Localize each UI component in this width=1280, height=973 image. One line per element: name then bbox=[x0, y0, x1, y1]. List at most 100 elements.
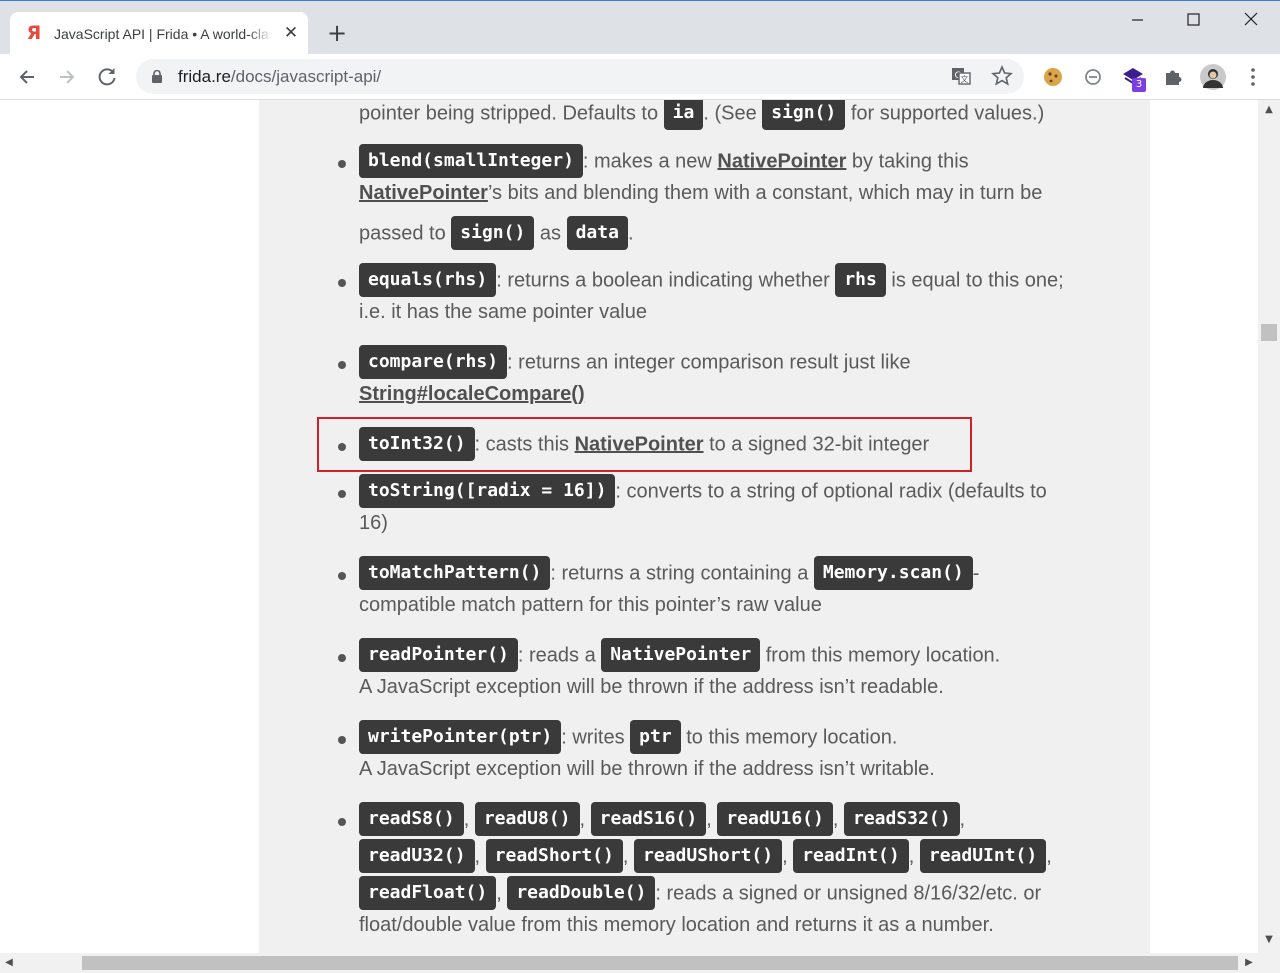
separator: , bbox=[496, 882, 502, 905]
reload-button[interactable] bbox=[92, 62, 122, 92]
link-nativepointer[interactable]: NativePointer bbox=[717, 150, 846, 172]
separator: , bbox=[782, 845, 788, 868]
text: : reads a signed or unsigned 8/16/32/etc… bbox=[655, 882, 1042, 905]
new-tab-button[interactable]: + bbox=[324, 20, 350, 46]
text: ’s bits and blending them with a constan… bbox=[487, 182, 1043, 204]
text: . bbox=[627, 222, 634, 245]
text: - bbox=[972, 562, 980, 585]
url-path: /docs/javascript-api/ bbox=[230, 67, 382, 86]
separator: , bbox=[959, 808, 966, 831]
text: pointer being stripped. Defaults to bbox=[359, 102, 664, 125]
more-vert-icon bbox=[1251, 68, 1255, 86]
code-reads8: readS8() bbox=[359, 802, 464, 836]
separator: , bbox=[1046, 845, 1052, 868]
code-readfloat: readFloat() bbox=[359, 876, 497, 910]
link-nativepointer[interactable]: NativePointer bbox=[359, 182, 488, 204]
code-rhs: rhs bbox=[835, 263, 886, 297]
profile-button[interactable] bbox=[1198, 62, 1228, 92]
text-line: passed to sign() as data. bbox=[359, 216, 634, 254]
svg-text:文: 文 bbox=[961, 74, 969, 84]
bookmark-star-button[interactable] bbox=[990, 64, 1014, 89]
minimize-button[interactable] bbox=[1114, 7, 1160, 33]
text-line: pointer being stripped. Defaults to ia. … bbox=[359, 100, 1044, 134]
back-button[interactable] bbox=[12, 62, 42, 92]
text: : converts to a string of optional radix… bbox=[615, 480, 1047, 503]
text: by taking this bbox=[846, 150, 969, 173]
text-line: readFloat(), readDouble(): reads a signe… bbox=[359, 876, 1042, 914]
translate-icon: G文 bbox=[952, 68, 971, 85]
code-ia: ia bbox=[663, 100, 704, 130]
text-line: readU32(), readShort(), readUShort(), re… bbox=[359, 839, 1052, 877]
translate-button[interactable]: G文 bbox=[949, 65, 973, 89]
text-line: compatible match pattern for this pointe… bbox=[359, 594, 822, 616]
url-text[interactable]: frida.re/docs/javascript-api/ bbox=[178, 66, 381, 87]
text-line: 16) bbox=[359, 512, 388, 534]
block-extension-button[interactable] bbox=[1078, 62, 1108, 92]
stack-extension-button[interactable]: 3 bbox=[1118, 62, 1148, 92]
code-writepointer: writePointer(ptr) bbox=[359, 720, 562, 754]
code-sign: sign() bbox=[451, 216, 535, 250]
code-readpointer: readPointer() bbox=[359, 638, 518, 672]
scroll-up-arrow-icon[interactable]: ▲ bbox=[1262, 104, 1276, 115]
menu-button[interactable] bbox=[1238, 62, 1268, 92]
forward-button[interactable] bbox=[52, 62, 82, 92]
close-window-button[interactable] bbox=[1228, 7, 1274, 33]
bullet bbox=[338, 279, 346, 287]
text: passed to bbox=[359, 222, 452, 245]
link-string-localecompare[interactable]: String#localeCompare() bbox=[359, 383, 585, 405]
scroll-down-arrow-icon[interactable]: ▼ bbox=[1262, 934, 1276, 945]
code-reads32: readS32() bbox=[844, 802, 960, 836]
separator: , bbox=[908, 845, 915, 868]
cookie-extension-button[interactable] bbox=[1038, 62, 1068, 92]
separator: , bbox=[474, 845, 481, 868]
yandex-favicon-icon: Я bbox=[26, 22, 42, 44]
text-line: A JavaScript exception will be thrown if… bbox=[359, 758, 935, 780]
highlight-box bbox=[317, 417, 972, 472]
text: : makes a new bbox=[582, 150, 718, 173]
address-bar[interactable]: frida.re/docs/javascript-api/ G文 bbox=[136, 59, 1024, 94]
code-blend: blend(smallInteger) bbox=[359, 144, 583, 178]
code-readshort: readShort() bbox=[485, 839, 623, 873]
avatar bbox=[1200, 64, 1226, 90]
code-readu16: readU16() bbox=[717, 802, 833, 836]
scroll-right-arrow-icon[interactable]: ▶ bbox=[1242, 957, 1256, 968]
code-equals: equals(rhs) bbox=[359, 263, 497, 297]
bullet bbox=[338, 818, 346, 826]
text-line: readPointer(): reads a NativePointer fro… bbox=[359, 638, 1001, 676]
scroll-left-arrow-icon[interactable]: ◀ bbox=[2, 957, 16, 968]
puzzle-piece-icon bbox=[1166, 70, 1182, 85]
horizontal-scroll-thumb[interactable] bbox=[82, 956, 1238, 970]
horizontal-scrollbar[interactable]: ◀ ▶ bbox=[0, 953, 1280, 973]
forward-arrow-icon bbox=[60, 70, 75, 84]
vertical-scrollbar[interactable]: ▲ ▼ bbox=[1258, 100, 1280, 953]
code-sign: sign() bbox=[762, 100, 846, 130]
title-bar: Я JavaScript API | Frida • A world-class… bbox=[0, 0, 1280, 54]
back-arrow-icon bbox=[19, 70, 34, 84]
extension-badge: 3 bbox=[1132, 78, 1146, 92]
text: : writes bbox=[561, 726, 631, 749]
text: . (See bbox=[703, 102, 763, 125]
code-readuint: readUInt() bbox=[919, 839, 1047, 873]
text-line: readS8(), readU8(), readS16(), readU16()… bbox=[359, 802, 966, 840]
text-line: i.e. it has the same pointer value bbox=[359, 301, 647, 323]
text: : reads a bbox=[517, 644, 602, 667]
text-line: compare(rhs): returns an integer compari… bbox=[359, 345, 911, 383]
text-line: A JavaScript exception will be thrown if… bbox=[359, 676, 944, 698]
browser-toolbar: frida.re/docs/javascript-api/ G文 3 bbox=[0, 54, 1280, 100]
maximize-button[interactable] bbox=[1170, 7, 1216, 33]
bullet bbox=[338, 736, 346, 744]
extensions-button[interactable] bbox=[1158, 62, 1188, 92]
text-line: toMatchPattern(): returns a string conta… bbox=[359, 556, 980, 594]
text: as bbox=[534, 222, 567, 245]
code-nativepointer: NativePointer bbox=[601, 638, 761, 672]
code-readu8: readU8() bbox=[474, 802, 580, 836]
text: from this memory location. bbox=[760, 644, 1001, 667]
vertical-scroll-thumb[interactable] bbox=[1261, 324, 1277, 341]
code-compare: compare(rhs) bbox=[359, 345, 508, 379]
bullet bbox=[338, 361, 346, 369]
code-ptr: ptr bbox=[630, 720, 681, 754]
separator: , bbox=[463, 808, 470, 831]
active-tab[interactable]: Я JavaScript API | Frida • A world-class… bbox=[10, 12, 308, 54]
maximize-icon bbox=[1187, 13, 1200, 26]
tab-close-icon[interactable]: ✕ bbox=[282, 23, 300, 43]
